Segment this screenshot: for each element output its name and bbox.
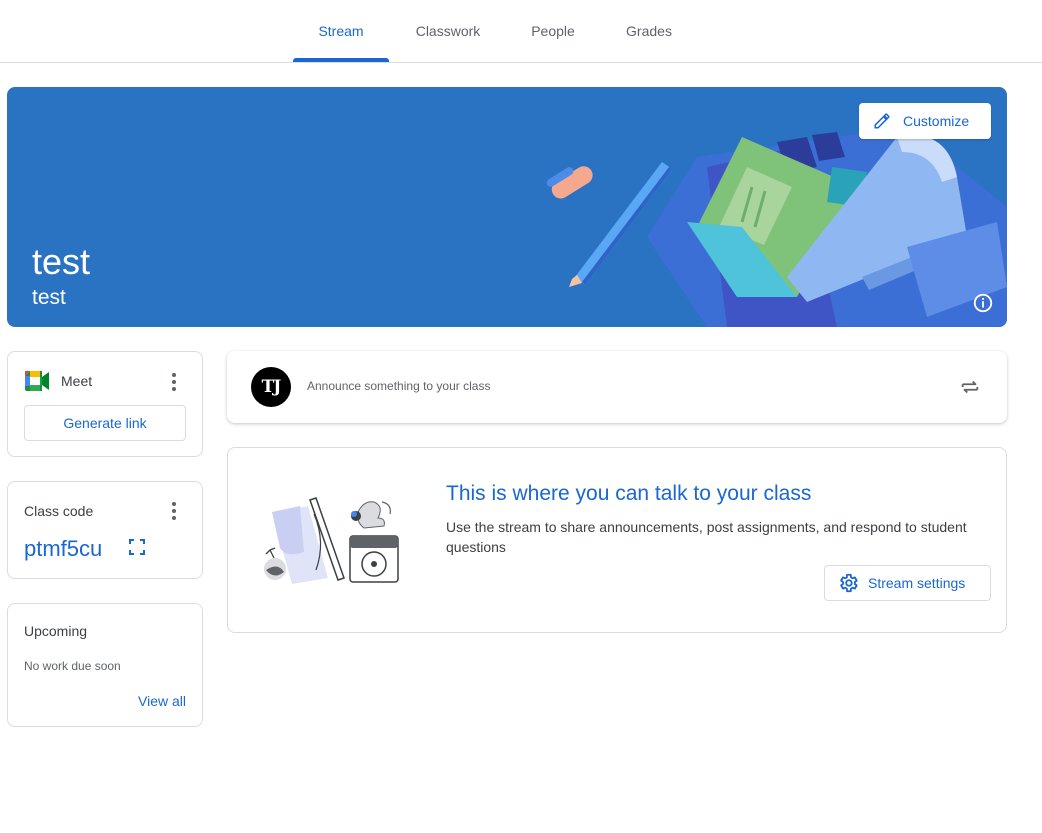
- customize-label: Customize: [903, 113, 970, 129]
- stream-intro-description: Use the stream to share announcements, p…: [446, 519, 967, 555]
- class-code-value: ptmf5cu: [24, 536, 103, 561]
- tab-people[interactable]: People: [520, 0, 586, 62]
- tab-people-label: People: [531, 23, 575, 39]
- tab-classwork[interactable]: Classwork: [403, 0, 493, 62]
- meet-card: Meet Generate link: [7, 351, 203, 457]
- fullscreen-icon[interactable]: [128, 538, 146, 556]
- class-code-more-options-icon[interactable]: [164, 499, 184, 523]
- avatar: TJ: [251, 367, 291, 407]
- stream-intro-card: This is where you can talk to your class…: [227, 447, 1007, 633]
- tab-stream[interactable]: Stream: [293, 0, 389, 62]
- announce-card[interactable]: TJ Announce something to your class: [227, 351, 1007, 423]
- gear-icon: [840, 573, 858, 593]
- class-banner: test test Customize: [7, 87, 1007, 327]
- class-code-card: Class code ptmf5cu: [7, 481, 203, 579]
- generate-link-button[interactable]: Generate link: [24, 405, 186, 441]
- class-code-title: Class code: [24, 503, 94, 519]
- view-all-link[interactable]: View all: [138, 693, 186, 709]
- tab-stream-label: Stream: [318, 23, 364, 39]
- repost-icon[interactable]: [959, 376, 981, 398]
- tab-classwork-label: Classwork: [415, 23, 481, 39]
- stream-illustration: [264, 497, 399, 584]
- top-nav: Stream Classwork People Grades: [0, 0, 1042, 63]
- google-meet-icon: [25, 371, 49, 391]
- meet-more-options-icon[interactable]: [164, 370, 184, 394]
- tab-grades-label: Grades: [626, 23, 672, 39]
- customize-button[interactable]: Customize: [859, 103, 991, 139]
- class-name: test: [32, 241, 91, 282]
- announce-placeholder[interactable]: Announce something to your class: [307, 379, 490, 393]
- class-section: test: [32, 286, 66, 309]
- upcoming-empty-text: No work due soon: [24, 659, 121, 673]
- backpack-illustration: [546, 127, 1007, 327]
- upcoming-title: Upcoming: [24, 623, 88, 639]
- active-tab-indicator: [293, 58, 389, 62]
- tab-grades[interactable]: Grades: [613, 0, 685, 62]
- meet-label: Meet: [61, 373, 93, 389]
- upcoming-card: Upcoming No work due soon View all: [7, 603, 203, 727]
- stream-intro-heading: This is where you can talk to your class: [446, 482, 812, 505]
- stream-settings-button[interactable]: Stream settings: [824, 565, 991, 601]
- stream-settings-label: Stream settings: [868, 575, 966, 591]
- pencil-icon: [874, 113, 890, 129]
- info-icon[interactable]: [972, 292, 994, 314]
